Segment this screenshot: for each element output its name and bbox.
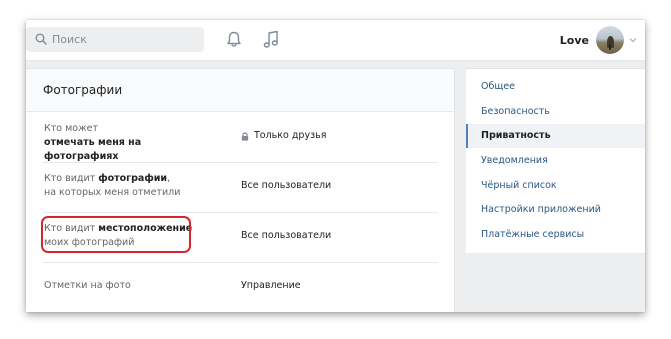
avatar xyxy=(596,26,624,54)
bell-icon[interactable] xyxy=(226,31,242,48)
top-header: Love xyxy=(26,20,645,61)
sidebar-item-blacklist[interactable]: Чёрный список xyxy=(466,174,645,198)
sidebar-item-general[interactable]: Общее xyxy=(466,75,645,99)
photos-privacy-card: Фотографии Кто может отмечать меня на фо… xyxy=(26,68,455,312)
search-input[interactable] xyxy=(52,27,200,52)
privacy-value[interactable]: Все пользователи xyxy=(241,229,331,243)
sidebar-item-notifications[interactable]: Уведомления xyxy=(466,149,645,173)
privacy-value[interactable]: Все пользователи xyxy=(241,179,331,193)
user-menu[interactable]: Love xyxy=(560,26,638,54)
search-icon xyxy=(35,33,47,45)
music-icon[interactable] xyxy=(263,30,279,49)
sidebar-item-security[interactable]: Безопасность xyxy=(466,100,645,124)
privacy-row-photos-with-me: Кто видит фотографии, на которых меня от… xyxy=(43,163,438,213)
page-title: Фотографии xyxy=(43,83,123,97)
settings-sidebar: Общее Безопасность Приватность Уведомлен… xyxy=(466,68,645,253)
lock-icon xyxy=(241,132,249,141)
privacy-row-tag-me: Кто может отмечать меня на фотографиях Т… xyxy=(43,113,438,163)
sidebar-item-app-settings[interactable]: Настройки приложений xyxy=(466,198,645,222)
vk-settings-window: Love Фотографии Кто может отмечать меня … xyxy=(26,20,645,312)
sidebar-item-payments[interactable]: Платёжные сервисы xyxy=(466,223,645,247)
privacy-value[interactable]: Только друзья xyxy=(241,129,326,143)
user-name: Love xyxy=(559,33,589,47)
row-label: Кто может отмечать меня на фотографиях xyxy=(44,123,142,162)
search-box[interactable] xyxy=(26,27,204,52)
card-header: Фотографии xyxy=(26,69,454,112)
chevron-down-icon xyxy=(629,38,637,43)
row-label: Кто видит фотографии, на которых меня от… xyxy=(44,173,181,198)
manage-link[interactable]: Управление xyxy=(241,279,301,293)
highlight-frame xyxy=(41,216,191,253)
privacy-row-photo-tags: Отметки на фото Управление xyxy=(43,263,438,312)
sidebar-item-privacy[interactable]: Приватность xyxy=(466,124,645,148)
row-label: Отметки на фото xyxy=(44,280,131,291)
